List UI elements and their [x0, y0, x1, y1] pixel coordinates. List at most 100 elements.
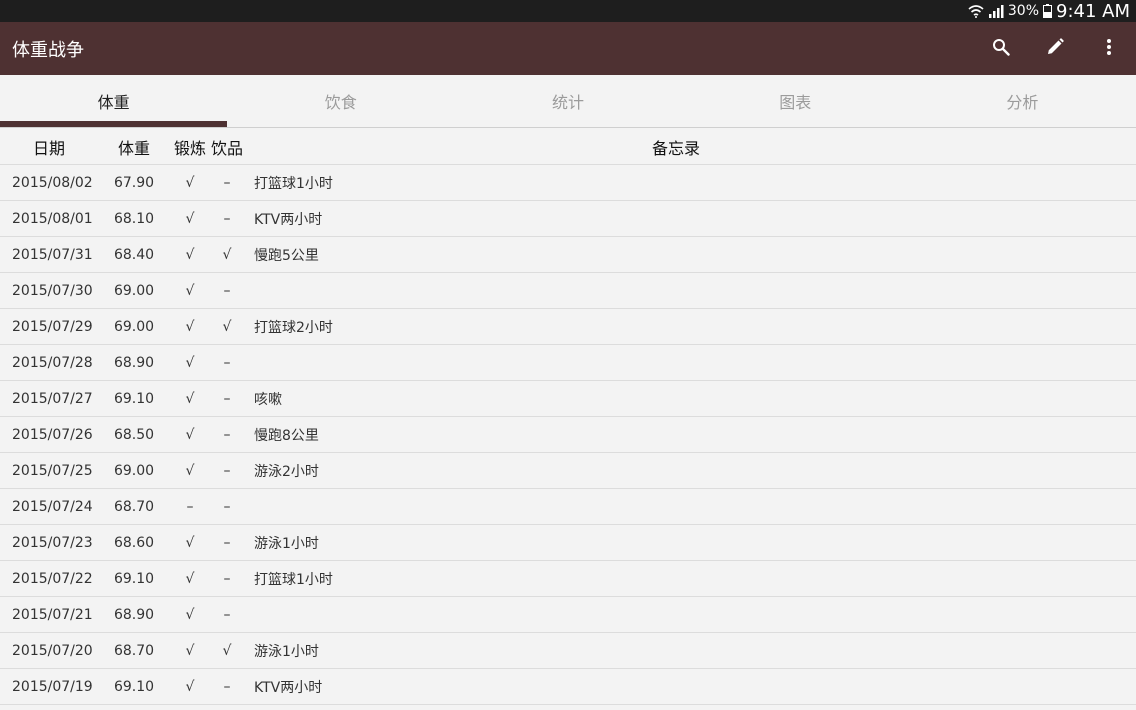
cell-weight: 69.10	[113, 390, 155, 407]
cell-date: 2015/07/31	[12, 246, 93, 263]
cell-exercise: √	[185, 282, 195, 299]
table-row[interactable]: 2015/07/29 69.00 √ √ 打篮球2小时	[0, 309, 1136, 345]
header-weight: 体重	[117, 138, 150, 158]
cell-date: 2015/07/25	[12, 462, 93, 479]
cell-weight: 69.10	[113, 570, 155, 587]
header-exercise: 锻炼	[173, 138, 206, 158]
cell-exercise: √	[185, 570, 195, 587]
cell-memo: 咳嗽	[254, 391, 282, 408]
cell-exercise: √	[185, 534, 195, 551]
table-row[interactable]: 2015/07/28 68.90 √ –	[0, 345, 1136, 381]
table-row[interactable]: 2015/07/25 69.00 √ – 游泳2小时	[0, 453, 1136, 489]
cell-memo: 游泳1小时	[254, 535, 319, 552]
cell-drink: √	[222, 642, 232, 659]
cell-exercise: √	[185, 462, 195, 479]
cell-exercise: √	[185, 606, 195, 623]
tab-5[interactable]: 分析	[909, 75, 1136, 127]
cell-drink: –	[223, 534, 231, 551]
cell-weight: 69.00	[113, 282, 155, 299]
table-row[interactable]: 2015/07/21 68.90 √ –	[0, 597, 1136, 633]
tab-4[interactable]: 图表	[682, 75, 909, 127]
table-body: 2015/08/02 67.90 √ – 打篮球1小时 2015/08/01 68.10 √ –…	[0, 165, 1136, 705]
cell-drink: √	[222, 318, 232, 335]
cell-memo: 打篮球2小时	[254, 319, 333, 336]
search-button[interactable]	[974, 22, 1028, 75]
table-row[interactable]: 2015/07/23 68.60 √ – 游泳1小时	[0, 525, 1136, 561]
more-options-button[interactable]	[1082, 22, 1136, 75]
cell-drink: –	[223, 462, 231, 479]
cell-date: 2015/07/19	[12, 678, 93, 695]
cell-date: 2015/07/22	[12, 570, 93, 587]
table-header: 日期 体重 锻炼 饮品 备忘录	[0, 129, 1136, 165]
cell-date: 2015/07/21	[12, 606, 93, 623]
cell-exercise: √	[185, 678, 195, 695]
status-clock: 9:41 AM	[1056, 0, 1130, 22]
cell-weight: 68.50	[113, 426, 155, 443]
cell-weight: 69.10	[113, 678, 155, 695]
cell-memo: KTV两小时	[254, 679, 323, 696]
cell-drink: –	[223, 354, 231, 371]
status-bar: 30% 9:41 AM	[0, 0, 1136, 22]
cell-memo: 慢跑8公里	[254, 427, 319, 444]
cell-drink: √	[222, 246, 232, 263]
cell-date: 2015/07/26	[12, 426, 93, 443]
table-row[interactable]: 2015/07/26 68.50 √ – 慢跑8公里	[0, 417, 1136, 453]
cell-date: 2015/07/27	[12, 390, 93, 407]
header-memo: 备忘录	[651, 138, 700, 158]
cell-exercise: √	[185, 246, 195, 263]
table-row[interactable]: 2015/07/27 69.10 √ – 咳嗽	[0, 381, 1136, 417]
tab-3[interactable]: 统计	[454, 75, 681, 127]
cell-weight: 68.10	[113, 210, 155, 227]
cell-weight: 68.70	[113, 642, 155, 659]
tab-label: 分析	[1006, 93, 1039, 112]
cell-exercise: √	[185, 318, 195, 335]
table-row[interactable]: 2015/07/20 68.70 √ √ 游泳1小时	[0, 633, 1136, 669]
header-date: 日期	[32, 138, 65, 158]
cell-weight: 69.00	[113, 318, 155, 335]
cell-memo: 游泳1小时	[254, 643, 319, 660]
cell-weight: 68.90	[113, 606, 155, 623]
cell-date: 2015/07/24	[12, 498, 93, 515]
cell-weight: 68.60	[113, 534, 155, 551]
app-actions	[974, 22, 1136, 75]
table-row[interactable]: 2015/07/19 69.10 √ – KTV两小时	[0, 669, 1136, 705]
cell-exercise: √	[185, 210, 195, 227]
tab-2[interactable]: 饮食	[227, 75, 454, 127]
cell-weight: 68.90	[113, 354, 155, 371]
search-icon	[992, 38, 1010, 60]
tab-label: 饮食	[324, 93, 357, 112]
tab-label: 统计	[552, 93, 585, 112]
cell-drink: –	[223, 570, 231, 587]
cell-date: 2015/08/01	[12, 210, 93, 227]
table-row[interactable]: 2015/08/02 67.90 √ – 打篮球1小时	[0, 165, 1136, 201]
weight-table: 日期 体重 锻炼 饮品 备忘录 2015/08/02 67.90 √ – 打篮球1小时 2…	[0, 129, 1136, 705]
cell-exercise: √	[185, 174, 195, 191]
cell-memo: 打篮球1小时	[254, 571, 333, 588]
table-row[interactable]: 2015/07/24 68.70 – –	[0, 489, 1136, 525]
cell-drink: –	[223, 426, 231, 443]
tab-bar: 体重 饮食 统计 图表 分析	[0, 75, 1136, 128]
tab-1[interactable]: 体重	[0, 75, 228, 127]
cell-weight: 68.40	[113, 246, 155, 263]
table-row[interactable]: 2015/08/01 68.10 √ – KTV两小时	[0, 201, 1136, 237]
cell-drink: –	[223, 282, 231, 299]
tab-label: 体重	[97, 93, 130, 112]
cell-date: 2015/07/23	[12, 534, 93, 551]
edit-icon	[1046, 37, 1064, 60]
edit-button[interactable]	[1028, 22, 1082, 75]
cell-memo: 打篮球1小时	[254, 175, 333, 192]
table-row[interactable]: 2015/07/31 68.40 √ √ 慢跑5公里	[0, 237, 1136, 273]
cell-exercise: √	[185, 354, 195, 371]
cell-date: 2015/07/20	[12, 642, 93, 659]
tab-label: 图表	[779, 93, 812, 112]
signal-icon	[988, 4, 1004, 18]
cell-weight: 68.70	[113, 498, 155, 515]
table-row[interactable]: 2015/07/22 69.10 √ – 打篮球1小时	[0, 561, 1136, 597]
more-vert-icon	[1106, 38, 1112, 60]
table-row[interactable]: 2015/07/30 69.00 √ –	[0, 273, 1136, 309]
tab-indicator	[0, 121, 228, 127]
battery-icon	[1043, 4, 1052, 18]
app-title: 体重战争	[12, 39, 84, 61]
cell-drink: –	[223, 498, 231, 515]
cell-date: 2015/07/30	[12, 282, 93, 299]
